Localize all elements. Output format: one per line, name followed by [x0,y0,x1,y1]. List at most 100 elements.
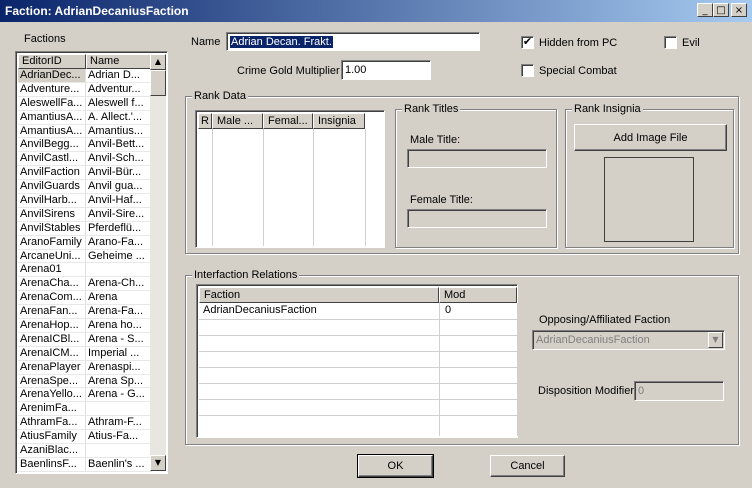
list-item-editorid: AmantiusA... [18,124,86,138]
list-item-editorid: ArenimFa... [18,402,86,416]
column-header-faction[interactable]: Faction [199,287,439,303]
close-button[interactable]: × [731,3,747,17]
relations-row[interactable]: AdrianDecaniusFaction 0 [199,303,517,318]
factions-list[interactable]: EditorID Name AdrianDec... Adrian D... Adv… [15,51,168,474]
list-item-editorid: AdrianDec... [18,69,86,82]
column-header-editorid[interactable]: EditorID [18,54,86,69]
list-item[interactable]: AnvilBegg... Anvil-Bett... [18,138,152,153]
list-item[interactable]: ArenaCom... Arena [18,291,152,306]
list-item[interactable]: ArenaICM... Imperial ... [18,346,152,361]
column-header-female[interactable]: Femal... [263,113,313,129]
special-combat-label: Special Combat [539,65,617,77]
column-header-insignia[interactable]: Insignia [313,113,365,129]
list-item[interactable]: ArenaSpe... Arena Sp... [18,374,152,389]
grid-row-line [199,399,517,400]
list-item[interactable]: AzaniBlac... [18,444,152,458]
scroll-thumb[interactable] [150,70,166,96]
male-title-input[interactable] [407,149,547,168]
list-item[interactable]: BaenlinsF... Baenlin's ... [18,457,152,472]
list-item[interactable]: ArenaFan... Arena-Fa... [18,305,152,320]
list-item-name: Arena Sp... [86,374,152,388]
list-item[interactable]: AdrianDec... Adrian D... [18,69,152,83]
evil-checkbox[interactable] [664,36,677,49]
list-item-editorid: ArenaYello... [18,388,86,402]
list-item[interactable]: Adventure... Adventur... [18,82,152,97]
grid-column-line [212,129,213,246]
rank-data-group: Rank Data R Male ... Femal... Insignia R… [185,90,739,254]
relations-row-faction: AdrianDecaniusFaction [203,304,317,316]
rank-data-grid[interactable]: R Male ... Femal... Insignia [195,110,385,248]
column-header-rank[interactable]: R [198,113,212,129]
list-item-name: Athram-F... [86,416,152,430]
list-item[interactable]: AnvilCastl... Anvil-Sch... [18,152,152,167]
hidden-from-pc-label: Hidden from PC [539,37,618,49]
male-title-label: Male Title: [410,134,461,146]
chevron-down-icon[interactable]: ▼ [708,332,723,348]
column-header-name[interactable]: Name [86,54,152,69]
list-item-name: Arena-Ch... [86,277,152,291]
rank-insignia-group: Rank Insignia Add Image File [565,103,734,248]
crime-gold-input[interactable]: 1.00 [341,60,431,80]
disposition-modifier-input[interactable]: 0 [634,381,724,401]
list-item-editorid: Arena01 [18,263,86,277]
maximize-button[interactable]: □ [713,3,729,17]
list-item-name: Adventur... [86,82,152,96]
list-item[interactable]: ArcaneUni... Geheime ... [18,249,152,264]
list-item[interactable]: AmantiusA... Amantius... [18,124,152,139]
list-item[interactable]: AnvilGuards Anvil gua... [18,180,152,195]
list-item[interactable]: Arena01 [18,263,152,278]
list-item-editorid: ArcaneUni... [18,249,86,263]
list-item[interactable]: ArenimFa... [18,402,152,417]
list-item-name: Pferdeflü... [86,221,152,235]
name-input[interactable]: Adrian Decan. Frakt. [226,32,480,51]
list-item[interactable]: ArenaHop... Arena ho... [18,319,152,333]
list-item-name: Anvil-Sch... [86,152,152,166]
cancel-button[interactable]: Cancel [490,455,565,477]
grid-row-line [199,415,517,416]
list-item[interactable]: AnvilFaction Anvil-Bür... [18,166,152,181]
list-item-editorid: ArenaCom... [18,291,86,305]
factions-scrollbar[interactable]: ▲ ▼ [150,54,166,471]
list-item[interactable]: AtiusFamily Atius-Fa... [18,430,152,445]
minimize-button[interactable]: _ [697,3,713,17]
list-item-name: Anvil-Bett... [86,138,152,152]
add-image-file-button[interactable]: Add Image File [574,124,727,151]
list-item-name: Arano-Fa... [86,235,152,249]
list-item-name: Arena-Fa... [86,305,152,319]
list-item-name: Baenlin's ... [86,457,152,471]
list-item[interactable]: ArenaCha... Arena-Ch... [18,277,152,292]
opposing-faction-select[interactable]: AdrianDecaniusFaction ▼ [532,330,725,350]
list-item[interactable]: AnvilStables Pferdeflü... [18,221,152,236]
title-bar[interactable]: Faction: AdrianDecaniusFaction _ □ × [0,0,752,22]
list-item[interactable]: AnvilSirens Anvil-Sire... [18,207,152,222]
list-item-editorid: ArenaICBl... [18,332,86,346]
special-combat-checkbox[interactable] [521,64,534,77]
list-item-name [86,444,152,457]
scroll-down-button[interactable]: ▼ [150,455,166,471]
list-item-name: A. Allect.'... [86,110,152,124]
relations-grid[interactable]: Faction Mod AdrianDecaniusFaction 0 [196,284,518,438]
list-item[interactable]: AnvilHarb... Anvil-Haf... [18,194,152,208]
list-item-editorid: AranoFamily [18,235,86,249]
list-item[interactable]: ArenaICBl... Arena - S... [18,332,152,347]
list-item-editorid: ArenaCha... [18,277,86,291]
list-item-editorid: ArenaHop... [18,319,86,332]
female-title-input[interactable] [407,209,547,228]
list-item-editorid: ArenaFan... [18,305,86,319]
scroll-up-button[interactable]: ▲ [150,54,166,70]
hidden-from-pc-checkbox[interactable]: ✔ [521,36,534,49]
ok-button[interactable]: OK [357,454,434,478]
list-item[interactable]: AranoFamily Arano-Fa... [18,235,152,250]
name-label: Name [191,36,221,48]
grid-row-line [199,335,517,336]
column-header-male[interactable]: Male ... [212,113,263,129]
list-item[interactable]: AmantiusA... A. Allect.'... [18,110,152,125]
list-item[interactable]: AleswellFa... Aleswell f... [18,96,152,111]
list-item[interactable]: ArenaYello... Arena - G... [18,388,152,403]
insignia-preview [604,157,694,242]
column-header-mod[interactable]: Mod [439,287,517,303]
list-item[interactable]: ArenaPlayer Arenaspi... [18,360,152,375]
list-item[interactable]: AthramFa... Athram-F... [18,416,152,431]
faction-dialog: Faction: AdrianDecaniusFaction _ □ × Fac… [0,0,752,488]
relations-grid-header: Faction Mod [199,287,517,303]
